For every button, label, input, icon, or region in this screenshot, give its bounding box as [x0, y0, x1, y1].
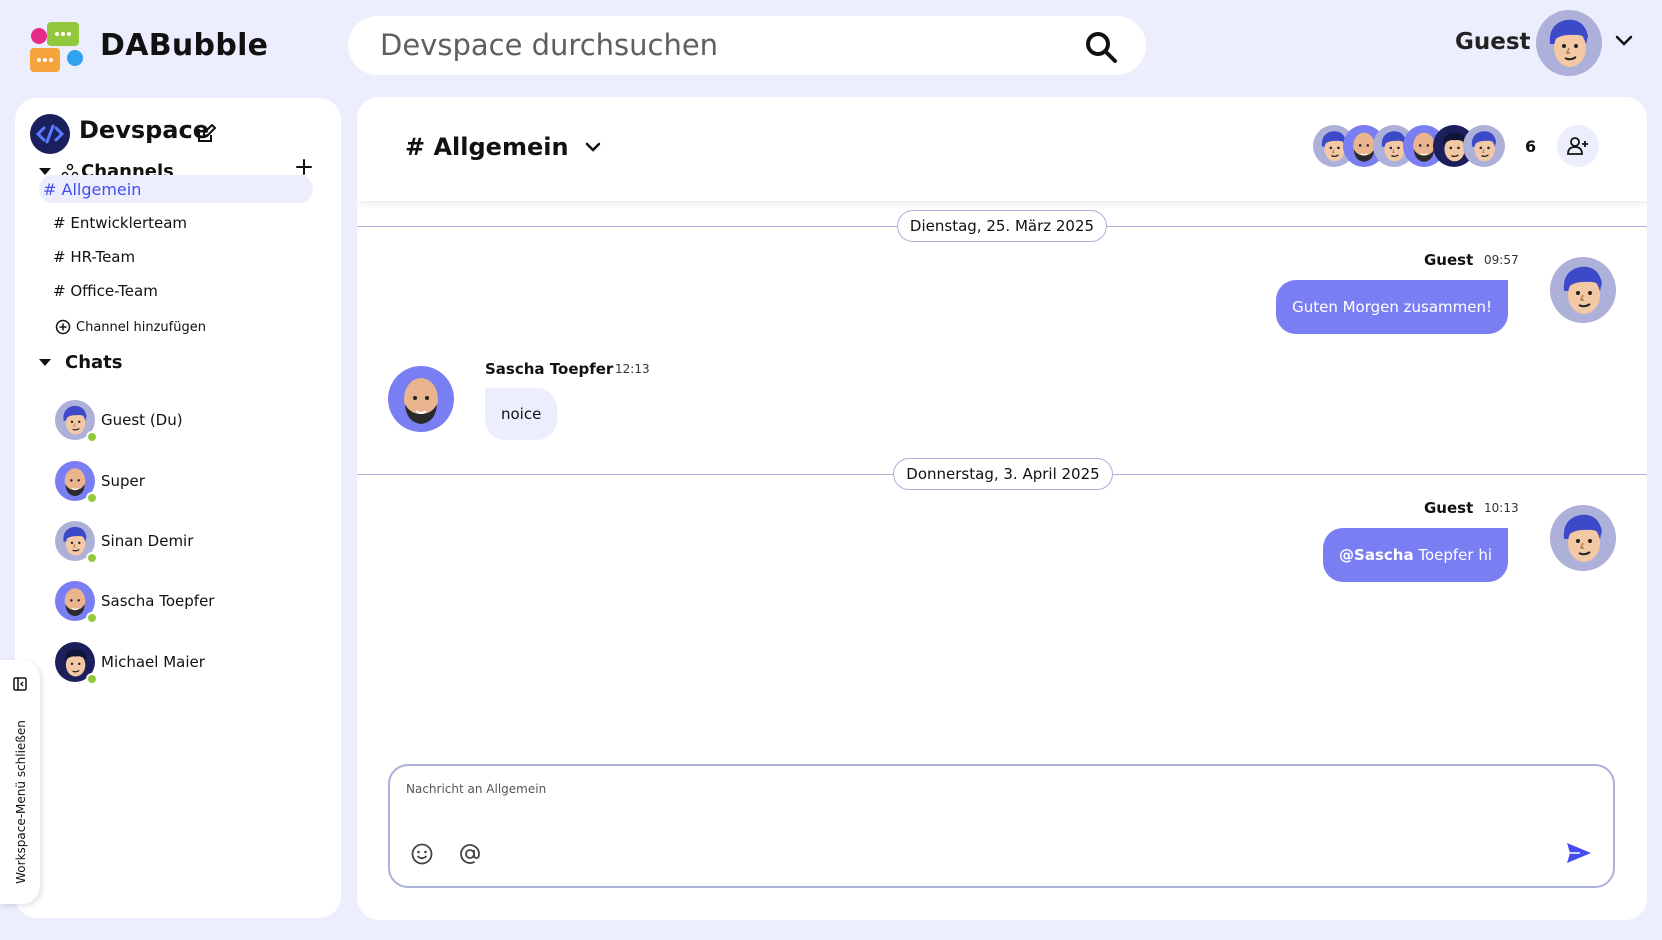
date-pill: Dienstag, 25. März 2025: [897, 210, 1107, 242]
add-circle-icon: [55, 319, 71, 335]
avatar: [55, 461, 98, 504]
collapse-sidebar-icon: [13, 677, 27, 691]
chat-name: Sascha Toepfer: [101, 592, 215, 610]
add-channel-label: Channel hinzufügen: [76, 319, 206, 335]
emoji-icon[interactable]: [410, 842, 434, 866]
app-header: DABubble Devspace durchsuchen Guest: [0, 0, 1662, 92]
message-author[interactable]: Guest: [1424, 251, 1473, 269]
add-channel-button[interactable]: Channel hinzufügen: [55, 319, 206, 335]
chat-name: Michael Maier: [101, 653, 205, 671]
online-status-dot: [86, 552, 98, 564]
message-author[interactable]: Guest: [1424, 499, 1473, 517]
channel-item-allgemein[interactable]: # Allgemein: [39, 175, 313, 203]
channel-view: # Allgemein 6 Dienstag, 25. März 2025 Gu…: [357, 97, 1647, 920]
message-text: Toepfer hi: [1413, 546, 1492, 564]
message-bubble-own[interactable]: @Sascha Toepfer hi: [1323, 528, 1508, 582]
message-composer[interactable]: Nachricht an Allgemein: [388, 764, 1615, 888]
chat-item-guest[interactable]: Guest (Du): [55, 400, 183, 443]
edit-icon[interactable]: [196, 124, 216, 144]
mention-at-icon[interactable]: [458, 842, 482, 866]
workspace-sidebar: Devspace Channels # Allgemein # Entwickl…: [15, 98, 341, 918]
chat-name: Sinan Demir: [101, 532, 194, 550]
current-user-name[interactable]: Guest: [1455, 29, 1531, 55]
date-pill: Donnerstag, 3. April 2025: [893, 458, 1113, 490]
avatar[interactable]: [1536, 10, 1602, 76]
message-bubble-other[interactable]: noice: [485, 388, 558, 440]
caret-down-icon[interactable]: [39, 358, 51, 366]
add-channel-plus-icon[interactable]: [295, 158, 313, 176]
chevron-down-icon[interactable]: [1615, 34, 1633, 48]
send-icon[interactable]: [1566, 842, 1592, 864]
channel-title-button[interactable]: # Allgemein: [405, 133, 601, 161]
channel-item-office-team[interactable]: # Office-Team: [39, 277, 313, 305]
avatar: [55, 581, 98, 624]
chat-item-super[interactable]: Super: [55, 461, 145, 504]
avatar: [1463, 125, 1505, 167]
message-input[interactable]: Nachricht an Allgemein: [406, 782, 546, 796]
message-time: 09:57: [1484, 253, 1519, 267]
search-bar[interactable]: Devspace durchsuchen: [348, 16, 1146, 75]
avatar: [55, 642, 98, 685]
message-author[interactable]: Sascha Toepfer: [485, 360, 613, 378]
chat-name: Guest (Du): [101, 411, 183, 429]
avatar: [55, 400, 98, 443]
online-status-dot: [86, 431, 98, 443]
caret-down-icon[interactable]: [39, 167, 51, 175]
chat-item-sinan-demir[interactable]: Sinan Demir: [55, 521, 194, 564]
channel-title: # Allgemein: [405, 133, 569, 161]
avatar[interactable]: [1550, 257, 1616, 323]
avatar[interactable]: [388, 366, 454, 432]
workspace-menu-toggle-label: Workspace-Menü schließen: [14, 720, 28, 884]
user-mention[interactable]: @Sascha: [1339, 546, 1414, 564]
chat-item-sascha-toepfer[interactable]: Sascha Toepfer: [55, 581, 215, 624]
online-status-dot: [86, 673, 98, 685]
add-user-icon: [1567, 137, 1588, 155]
channel-item-entwicklerteam[interactable]: # Entwicklerteam: [39, 209, 313, 237]
channel-header: # Allgemein 6: [357, 97, 1647, 201]
online-status-dot: [86, 492, 98, 504]
avatar[interactable]: [1550, 505, 1616, 571]
chats-header[interactable]: Chats: [39, 350, 123, 374]
chats-label: Chats: [65, 351, 123, 373]
message-time: 10:13: [1484, 501, 1519, 515]
chevron-down-icon: [585, 142, 600, 152]
search-icon[interactable]: [1084, 30, 1118, 64]
add-member-button[interactable]: [1557, 125, 1599, 167]
message-bubble-own[interactable]: Guten Morgen zusammen!: [1276, 280, 1508, 334]
member-count[interactable]: 6: [1525, 137, 1536, 156]
online-status-dot: [86, 612, 98, 624]
message-time: 12:13: [615, 362, 650, 376]
workspace-title: Devspace: [79, 116, 210, 144]
chat-item-michael-maier[interactable]: Michael Maier: [55, 642, 205, 685]
avatar: [55, 521, 98, 564]
logo-icon[interactable]: [30, 22, 84, 76]
workspace-logo-icon: [30, 114, 70, 154]
search-input[interactable]: Devspace durchsuchen: [380, 28, 718, 62]
channel-item-hr-team[interactable]: # HR-Team: [39, 243, 313, 271]
brand-name: DABubble: [100, 28, 269, 63]
workspace-menu-toggle[interactable]: Workspace-Menü schließen: [0, 660, 40, 904]
chat-name: Super: [101, 472, 145, 490]
